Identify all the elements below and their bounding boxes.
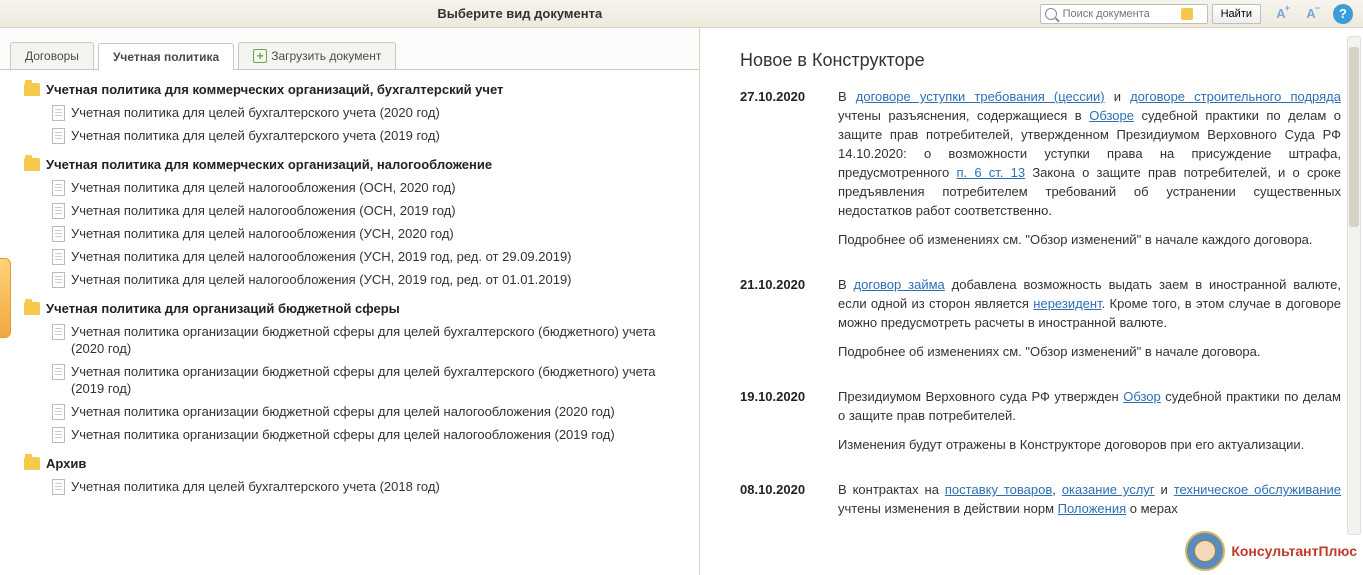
- news-link[interactable]: договоре уступки требования (цессии): [856, 89, 1105, 104]
- news-link[interactable]: техническое обслуживание: [1174, 482, 1341, 497]
- news-item: 19.10.2020Президиумом Верховного суда РФ…: [740, 387, 1341, 464]
- document-label: Учетная политика организации бюджетной с…: [71, 323, 689, 357]
- news-date: 08.10.2020: [740, 480, 820, 528]
- document-label: Учетная политика организации бюджетной с…: [71, 426, 615, 443]
- folder-row[interactable]: Учетная политика для коммерческих органи…: [24, 82, 689, 97]
- document-icon: [52, 404, 65, 420]
- search-icon: [1045, 8, 1057, 20]
- news-item: 08.10.2020 В контрактах на поставку товар…: [740, 480, 1341, 528]
- font-increase-button[interactable]: A+: [1271, 4, 1291, 24]
- news-item: 21.10.2020В договор займа добавлена возм…: [740, 275, 1341, 371]
- news-body: В договор займа добавлена возможность вы…: [838, 275, 1341, 371]
- news-heading: Новое в Конструкторе: [740, 50, 1341, 71]
- document-icon: [52, 324, 65, 340]
- document-tree: Учетная политика для коммерческих органи…: [0, 70, 699, 575]
- clear-icon[interactable]: [1181, 8, 1193, 20]
- tab-accounting-policy[interactable]: Учетная политика: [98, 43, 234, 70]
- document-row[interactable]: Учетная политика для целей бухгалтерског…: [52, 101, 689, 124]
- news-body: В договоре уступки требования (цессии) и…: [838, 87, 1341, 259]
- document-label: Учетная политика организации бюджетной с…: [71, 363, 689, 397]
- news-link[interactable]: договор займа: [854, 277, 945, 292]
- document-label: Учетная политика для целей налогообложен…: [71, 179, 456, 196]
- right-panel: Новое в Конструкторе 27.10.2020В договор…: [700, 28, 1363, 575]
- news-date: 27.10.2020: [740, 87, 820, 259]
- news-link[interactable]: п. 6 ст. 13: [956, 165, 1025, 180]
- folder-label: Учетная политика для коммерческих органи…: [46, 157, 492, 172]
- document-row[interactable]: Учетная политика организации бюджетной с…: [52, 360, 689, 400]
- document-row[interactable]: Учетная политика организации бюджетной с…: [52, 400, 689, 423]
- document-icon: [52, 128, 65, 144]
- folder-row[interactable]: Учетная политика для организаций бюджетн…: [24, 301, 689, 316]
- search-box[interactable]: [1040, 4, 1208, 24]
- news-link[interactable]: Обзоре: [1089, 108, 1134, 123]
- document-label: Учетная политика организации бюджетной с…: [71, 403, 615, 420]
- news-body: В контрактах на поставку товаров, оказан…: [838, 480, 1341, 528]
- news-date: 19.10.2020: [740, 387, 820, 464]
- document-row[interactable]: Учетная политика для целей бухгалтерског…: [52, 475, 689, 498]
- document-label: Учетная политика для целей бухгалтерског…: [71, 104, 440, 121]
- search-input[interactable]: [1061, 7, 1181, 21]
- news-item: 27.10.2020В договоре уступки требования …: [740, 87, 1341, 259]
- document-icon: [52, 105, 65, 121]
- left-panel: Договоры Учетная политика +Загрузить док…: [0, 28, 700, 575]
- document-label: Учетная политика для целей бухгалтерског…: [71, 478, 440, 495]
- logo-icon: [1185, 531, 1225, 571]
- document-icon: [52, 249, 65, 265]
- folder-row[interactable]: Учетная политика для коммерческих органи…: [24, 157, 689, 172]
- help-button[interactable]: ?: [1333, 4, 1353, 24]
- folder-label: Учетная политика для коммерческих органи…: [46, 82, 503, 97]
- news-link[interactable]: поставку товаров: [945, 482, 1052, 497]
- news-link[interactable]: Положения: [1058, 501, 1127, 516]
- tab-contracts[interactable]: Договоры: [10, 42, 94, 69]
- document-row[interactable]: Учетная политика для целей налогообложен…: [52, 176, 689, 199]
- document-icon: [52, 272, 65, 288]
- header-bar: Выберите вид документа Найти A+ A− ?: [0, 0, 1363, 28]
- find-button[interactable]: Найти: [1212, 4, 1261, 24]
- page-title: Выберите вид документа: [0, 6, 1040, 21]
- news-date: 21.10.2020: [740, 275, 820, 371]
- plus-icon: +: [253, 49, 267, 63]
- document-icon: [52, 364, 65, 380]
- document-label: Учетная политика для целей налогообложен…: [71, 248, 572, 265]
- document-label: Учетная политика для целей бухгалтерског…: [71, 127, 440, 144]
- document-icon: [52, 427, 65, 443]
- document-row[interactable]: Учетная политика организации бюджетной с…: [52, 320, 689, 360]
- font-decrease-button[interactable]: A−: [1301, 4, 1321, 24]
- news-link[interactable]: Обзор: [1123, 389, 1161, 404]
- news-body: Президиумом Верховного суда РФ утвержден…: [838, 387, 1341, 464]
- document-icon: [52, 479, 65, 495]
- folder-icon: [24, 158, 40, 171]
- document-row[interactable]: Учетная политика организации бюджетной с…: [52, 423, 689, 446]
- document-row[interactable]: Учетная политика для целей бухгалтерског…: [52, 124, 689, 147]
- tab-upload-document[interactable]: +Загрузить документ: [238, 42, 396, 69]
- folder-row[interactable]: Архив: [24, 456, 689, 471]
- document-icon: [52, 180, 65, 196]
- document-row[interactable]: Учетная политика для целей налогообложен…: [52, 268, 689, 291]
- document-row[interactable]: Учетная политика для целей налогообложен…: [52, 245, 689, 268]
- news-link[interactable]: оказание услуг: [1062, 482, 1155, 497]
- tabs: Договоры Учетная политика +Загрузить док…: [0, 28, 699, 70]
- folder-label: Учетная политика для организаций бюджетн…: [46, 301, 400, 316]
- scrollbar[interactable]: [1347, 36, 1361, 535]
- document-icon: [52, 203, 65, 219]
- news-link[interactable]: договоре строительного подряда: [1130, 89, 1341, 104]
- folder-icon: [24, 83, 40, 96]
- folder-icon: [24, 457, 40, 470]
- document-icon: [52, 226, 65, 242]
- document-label: Учетная политика для целей налогообложен…: [71, 271, 572, 288]
- scrollbar-thumb[interactable]: [1349, 47, 1359, 227]
- folder-label: Архив: [46, 456, 86, 471]
- news-list: 27.10.2020В договоре уступки требования …: [740, 87, 1341, 528]
- document-row[interactable]: Учетная политика для целей налогообложен…: [52, 222, 689, 245]
- brand-logo: КонсультантПлюс: [1185, 531, 1357, 571]
- document-row[interactable]: Учетная политика для целей налогообложен…: [52, 199, 689, 222]
- news-link[interactable]: нерезидент: [1033, 296, 1101, 311]
- folder-icon: [24, 302, 40, 315]
- document-label: Учетная политика для целей налогообложен…: [71, 202, 456, 219]
- logo-text: КонсультантПлюс: [1231, 543, 1357, 559]
- document-label: Учетная политика для целей налогообложен…: [71, 225, 454, 242]
